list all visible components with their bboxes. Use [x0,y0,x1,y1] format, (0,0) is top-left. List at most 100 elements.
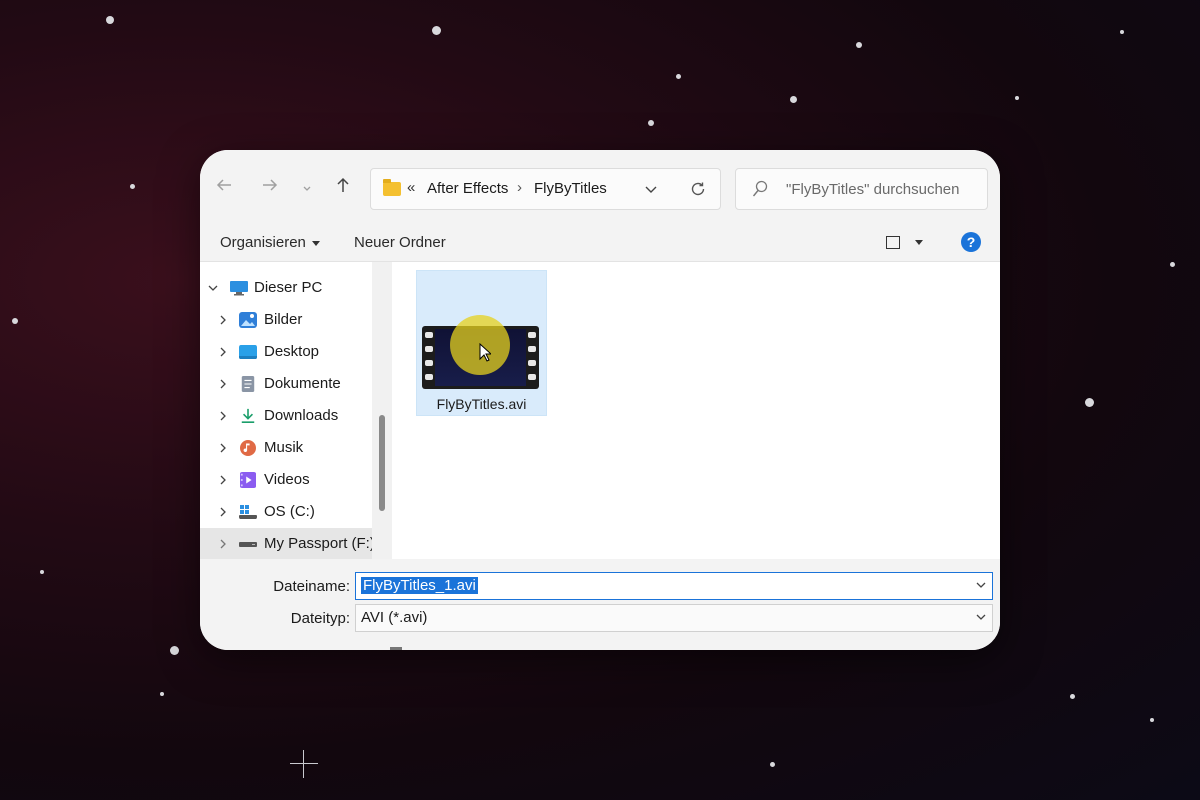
chevron-down-icon [303,186,311,191]
sidebar-item-label: Bilder [264,311,303,328]
sidebar-item-os-c[interactable]: OS (C:) [200,496,372,528]
arrow-right-icon [263,179,278,191]
star [1085,398,1094,407]
organize-button[interactable]: Organisieren [220,234,320,251]
film-hole [425,360,433,366]
navigation-bar: « After Effects › FlyByTitles "FlyByTitl… [200,150,1000,224]
sidebar-item-dieser-pc[interactable]: Dieser PC [200,272,372,304]
hidden-control-edge [390,647,402,650]
star [1170,262,1175,267]
sidebar-item-dokumente[interactable]: Dokumente [200,368,372,400]
sidebar-item-downloads[interactable]: Downloads [200,400,372,432]
breadcrumb-overflow[interactable]: « [407,179,415,196]
desktop-icon [239,345,257,359]
breadcrumb-after-effects[interactable]: After Effects [427,180,508,197]
chevron-right-icon[interactable] [218,345,228,359]
save-dialog: « After Effects › FlyByTitles "FlyByTitl… [200,150,1000,650]
filename-label: Dateiname: [273,578,350,595]
drive-windows-icon [239,505,257,519]
search-box[interactable]: "FlyByTitles" durchsuchen [735,168,988,210]
sidebar-item-bilder[interactable]: Bilder [200,304,372,336]
filetype-label: Dateityp: [290,610,350,627]
forward-button[interactable] [257,175,283,201]
monitor-icon [230,281,248,296]
file-name: FlyByTitles.avi [436,396,527,412]
music-icon [240,440,256,456]
videos-icon [240,472,256,488]
film-hole [528,346,536,352]
navigation-scrollbar[interactable] [372,262,392,559]
film-hole [425,374,433,380]
sidebar-item-label: Downloads [264,407,339,424]
filename-value: FlyByTitles_1.avi [361,577,478,594]
view-options-caret-icon[interactable] [915,240,923,245]
film-hole [528,360,536,366]
filetype-select[interactable]: AVI (*.avi) [355,604,993,632]
back-button[interactable] [211,175,237,201]
chevron-right-icon[interactable] [218,537,228,551]
search-input[interactable]: "FlyByTitles" durchsuchen [786,181,960,198]
star [1070,694,1075,699]
crosshair-cursor [290,750,318,778]
documents-icon [241,376,255,392]
star [1015,96,1019,100]
star [856,42,862,48]
sidebar-item-my-passport[interactable]: My Passport (F:) [200,528,375,560]
sidebar-item-label: Desktop [264,343,320,360]
up-button[interactable] [330,175,356,201]
star [676,74,681,79]
arrow-left-icon [216,179,231,191]
breadcrumb-separator-icon[interactable]: › [517,179,522,196]
chevron-right-icon[interactable] [218,313,228,327]
organize-label: Organisieren [220,234,306,251]
address-history-chevron-icon[interactable] [643,181,659,197]
sidebar-item-musik[interactable]: Musik [200,432,372,464]
drive-icon [239,542,257,547]
star [648,120,654,126]
sidebar-item-desktop[interactable]: Desktop [200,336,372,368]
pictures-icon [239,312,257,328]
navigation-pane: Dieser PC Bilder Desktop Dokumente Downl… [200,262,375,560]
film-hole [528,332,536,338]
star [12,318,18,324]
new-folder-button[interactable]: Neuer Ordner [354,234,446,251]
download-icon [241,408,255,424]
breadcrumb-flybytitles[interactable]: FlyByTitles [534,180,607,197]
address-bar[interactable]: « After Effects › FlyByTitles [370,168,721,210]
view-mode-icon[interactable] [886,236,900,249]
star [1120,30,1124,34]
star [770,762,775,767]
scrollbar-thumb[interactable] [379,415,385,511]
film-hole [425,346,433,352]
star [106,16,114,24]
star [170,646,179,655]
command-bar: Organisieren Neuer Ordner [200,224,1000,262]
chevron-down-icon[interactable] [208,281,218,295]
caret-down-icon [311,240,320,246]
arrow-up-icon [337,177,349,192]
filename-field[interactable]: FlyByTitles_1.avi [355,572,993,600]
sidebar-item-videos[interactable]: Videos [200,464,372,496]
sidebar-item-label: Musik [264,439,304,456]
chevron-right-icon[interactable] [218,377,228,391]
star [130,184,135,189]
star [40,570,44,574]
chevron-down-icon[interactable] [976,613,986,621]
chevron-right-icon[interactable] [218,473,228,487]
mouse-pointer-icon [479,343,491,362]
chevron-right-icon[interactable] [218,505,228,519]
help-button[interactable]: ? [961,232,981,252]
chevron-right-icon[interactable] [218,409,228,423]
filetype-value: AVI (*.avi) [361,609,428,626]
film-hole [528,374,536,380]
filename-input[interactable]: FlyByTitles_1.avi [361,577,478,594]
sidebar-item-label: Dokumente [264,375,341,392]
sidebar-item-label: OS (C:) [264,503,315,520]
chevron-down-icon[interactable] [976,581,986,589]
chevron-right-icon[interactable] [218,441,228,455]
star [1150,718,1154,722]
recent-locations-button[interactable] [294,175,320,201]
sidebar-item-label: My Passport (F:) [264,535,375,552]
refresh-icon[interactable] [689,180,707,198]
film-hole [425,332,433,338]
